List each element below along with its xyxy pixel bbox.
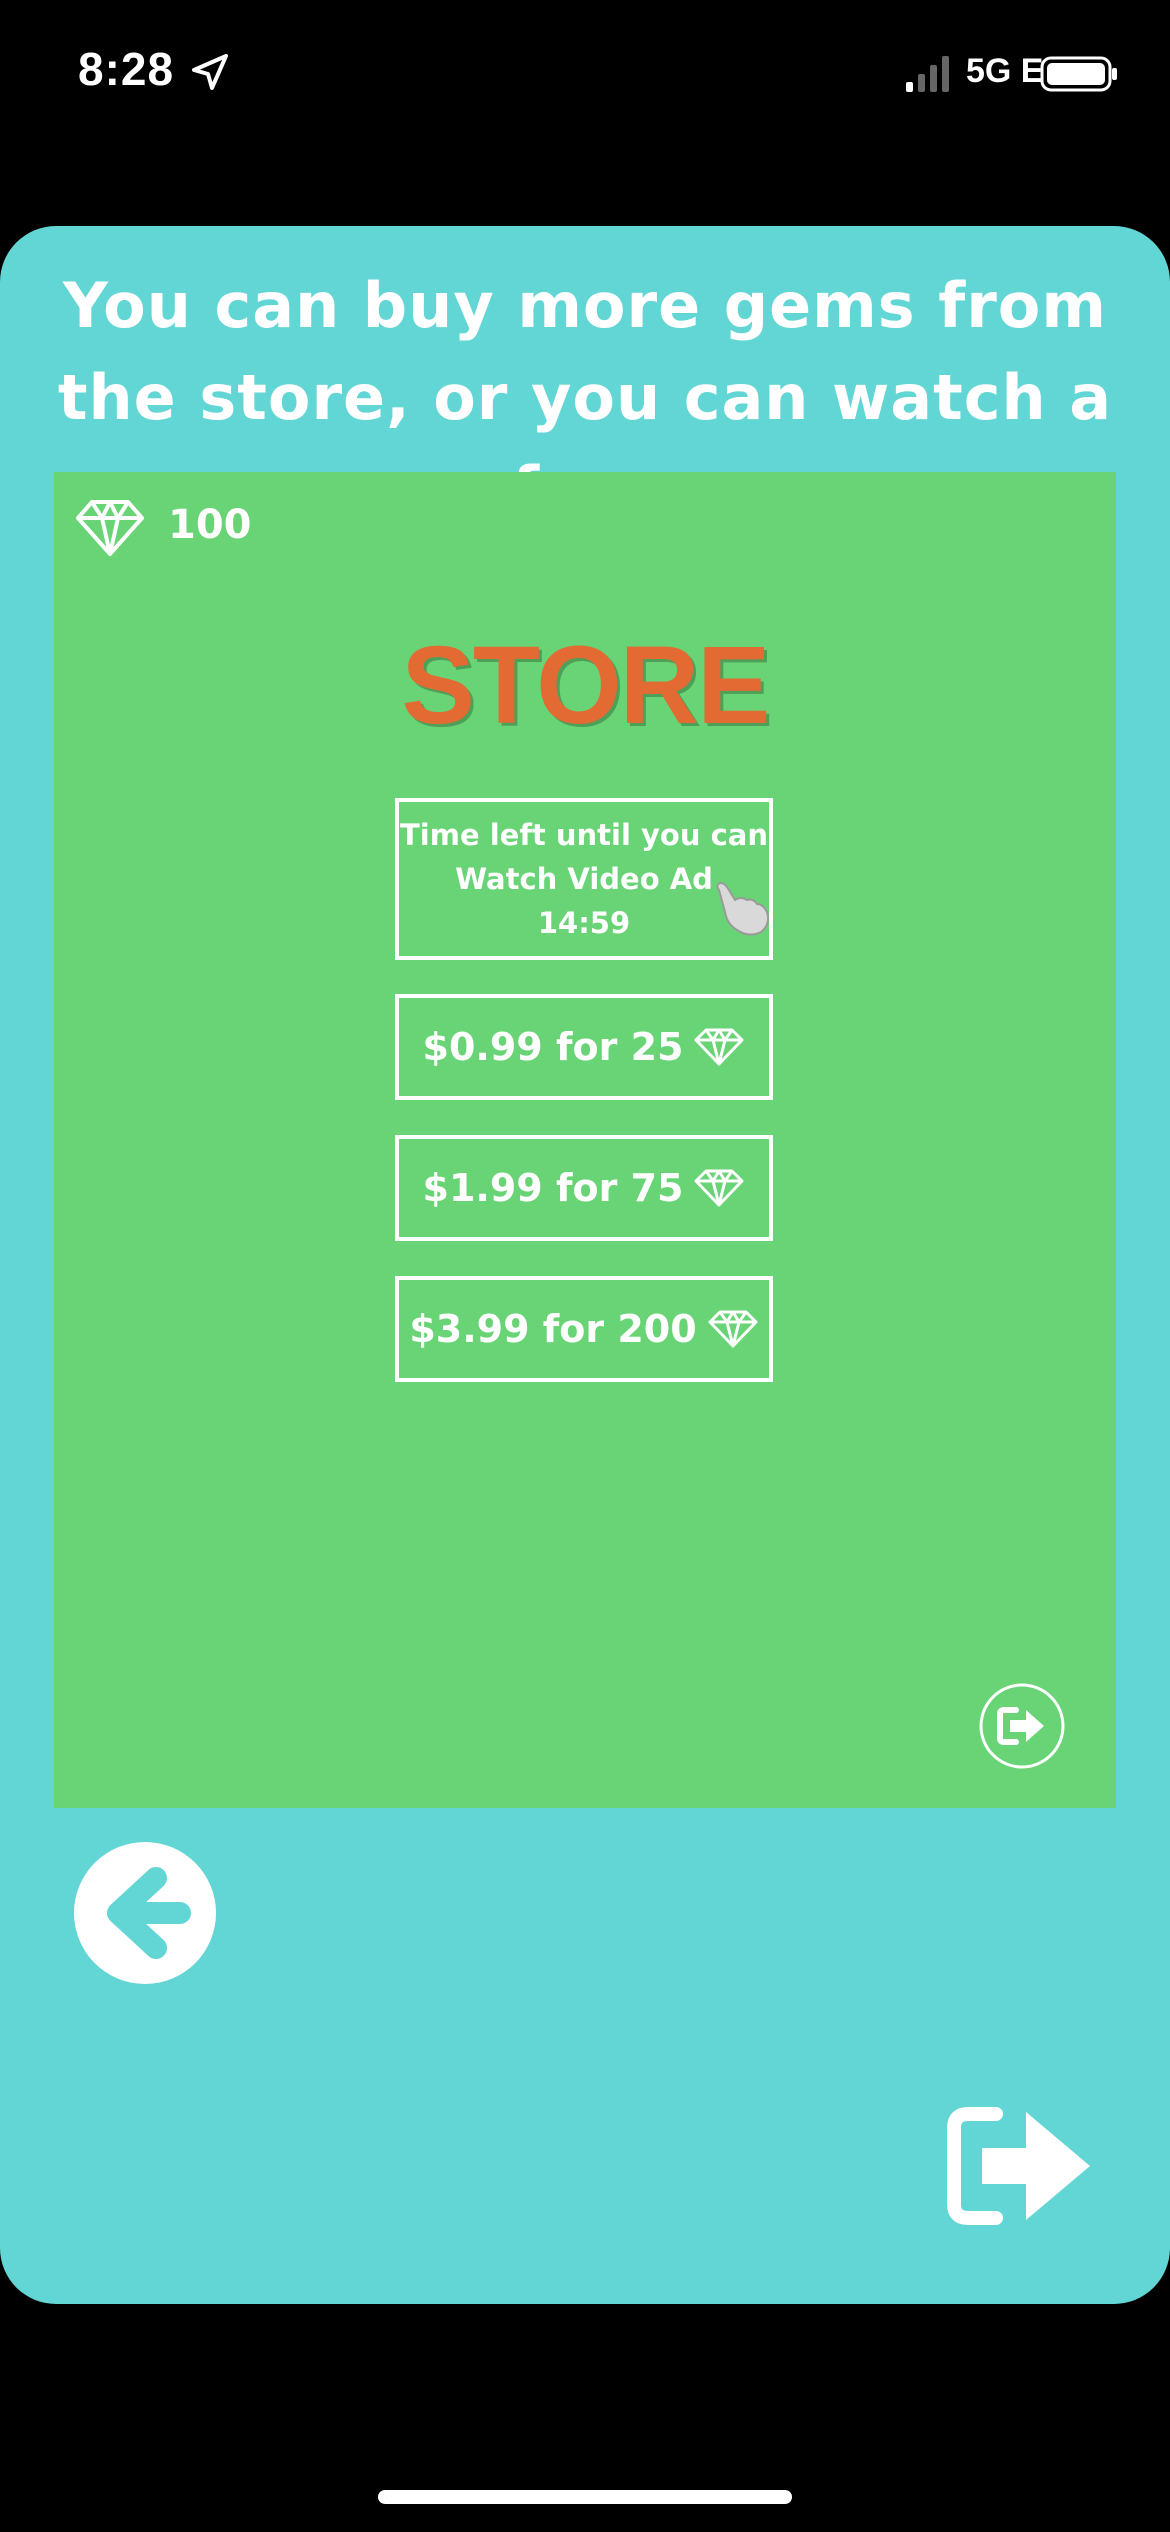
gem-icon — [76, 500, 144, 556]
gem-count: 100 — [168, 502, 252, 548]
network-label: 5G E — [966, 52, 1044, 90]
status-bar: 8:28 5G E — [0, 0, 1170, 150]
watch-video-ad-button[interactable]: Time left until you can Watch Video Ad 1… — [395, 798, 773, 960]
store-title: STORE — [401, 624, 771, 747]
close-store-icon[interactable] — [978, 1682, 1066, 1770]
buy-25-gems-button[interactable]: $0.99 for 25 — [395, 994, 773, 1100]
home-indicator[interactable] — [378, 2490, 792, 2504]
offer-label: $3.99 for 200 — [409, 1307, 697, 1351]
gem-icon — [708, 1310, 758, 1348]
back-button[interactable] — [74, 1842, 216, 1984]
hand-pointer-icon — [716, 881, 770, 936]
offer-label: $0.99 for 25 — [422, 1025, 684, 1069]
store-panel: 100 STORE Time left until you can Watch … — [54, 472, 1116, 1808]
ad-timer: 14:59 — [537, 906, 631, 940]
offer-label: $1.99 for 75 — [422, 1166, 684, 1210]
game-card: You can buy more gems from the store, or… — [0, 226, 1170, 2304]
exit-icon[interactable] — [946, 2104, 1094, 2228]
buy-200-gems-button[interactable]: $3.99 for 200 — [395, 1276, 773, 1382]
signal-icon — [906, 56, 949, 92]
ad-button-line1: Time left until you can — [400, 818, 768, 852]
status-time: 8:28 — [78, 43, 175, 95]
battery-icon — [1040, 56, 1117, 92]
gem-icon — [694, 1028, 744, 1066]
buy-75-gems-button[interactable]: $1.99 for 75 — [395, 1135, 773, 1241]
location-arrow-icon — [192, 54, 228, 90]
ad-button-line2: Watch Video Ad — [455, 862, 713, 896]
gem-icon — [694, 1169, 744, 1207]
arrow-left-icon — [107, 1867, 191, 1959]
